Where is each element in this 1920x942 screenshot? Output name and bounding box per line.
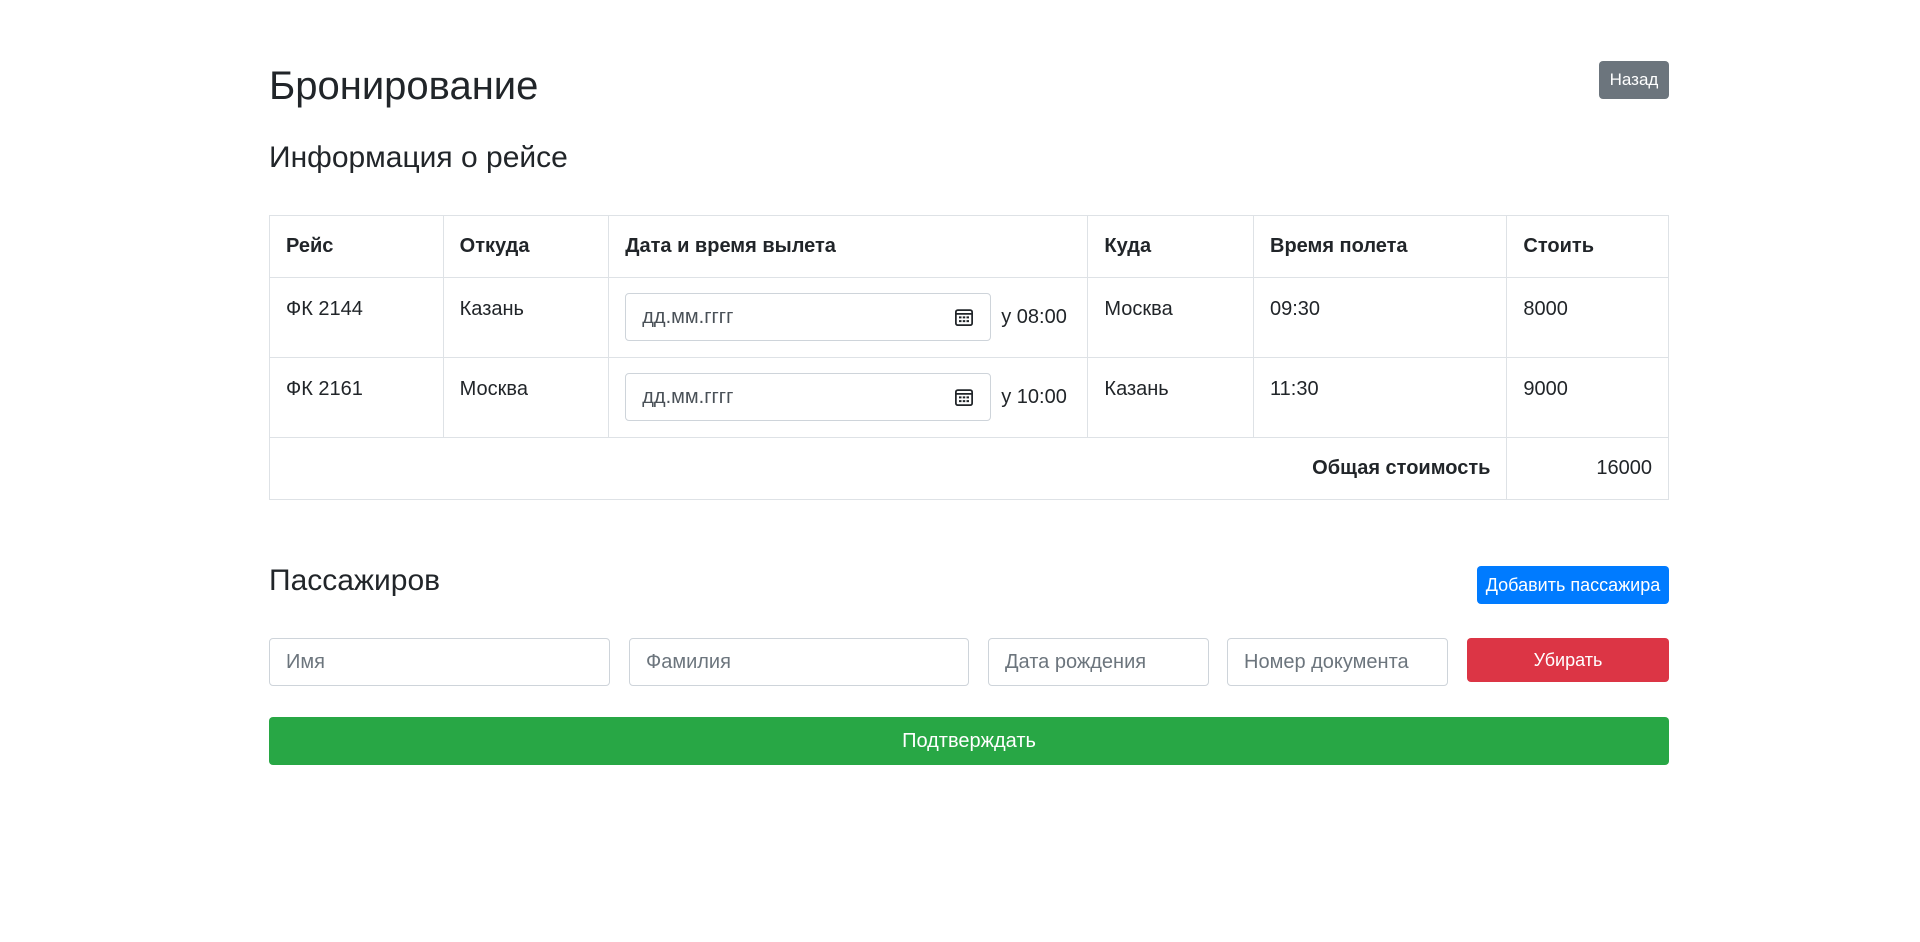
- first-name-input[interactable]: [269, 638, 610, 686]
- page-title: Бронирование: [269, 64, 539, 108]
- departure-datetime-cell: дд.мм.гггг: [608, 357, 1089, 438]
- flight-duration: 09:30: [1252, 277, 1508, 358]
- departure-datetime-cell: дд.мм.гггг: [608, 277, 1089, 358]
- passenger-form-row: Убирать: [269, 638, 1669, 686]
- date-placeholder: дд.мм.гггг: [642, 385, 734, 408]
- header-datetime: Дата и время вылета: [608, 215, 1089, 278]
- header-price: Стоить: [1506, 215, 1669, 278]
- arrival-city: Москва: [1087, 277, 1254, 358]
- flight-price: 9000: [1506, 357, 1669, 438]
- departure-date-input[interactable]: дд.мм.гггг: [625, 373, 992, 421]
- add-passenger-button[interactable]: Добавить пассажира: [1477, 566, 1669, 604]
- header-to: Куда: [1087, 215, 1254, 278]
- departure-date-input[interactable]: дд.мм.гггг: [625, 293, 992, 341]
- last-name-input[interactable]: [629, 638, 969, 686]
- back-button[interactable]: Назад: [1599, 61, 1669, 99]
- flights-table: Рейс Откуда Дата и время вылета Куда Вре…: [268, 215, 1669, 500]
- birthdate-input[interactable]: [988, 638, 1209, 686]
- flight-number: ФК 2144: [269, 277, 444, 358]
- document-number-input[interactable]: [1227, 638, 1448, 686]
- total-row: Общая стоимость 16000: [268, 437, 1669, 500]
- calendar-icon[interactable]: [954, 387, 974, 407]
- table-row: ФК 2144 Казань дд.мм.гггг у 08:00 Москва…: [269, 277, 1669, 358]
- departure-city: Москва: [442, 357, 610, 438]
- confirm-button[interactable]: Подтверждать: [269, 717, 1669, 765]
- table-header-row: Рейс Откуда Дата и время вылета Куда Вре…: [269, 215, 1669, 278]
- passengers-title: Пассажиров: [269, 564, 441, 597]
- remove-passenger-button[interactable]: Убирать: [1467, 638, 1669, 682]
- header-duration: Время полета: [1252, 215, 1508, 278]
- departure-time: у 10:00: [1001, 385, 1067, 408]
- flight-number: ФК 2161: [269, 357, 444, 438]
- header-flight: Рейс: [269, 215, 444, 278]
- arrival-city: Казань: [1087, 357, 1254, 438]
- flight-info-title: Информация о рейсе: [269, 141, 568, 174]
- table-row: ФК 2161 Москва дд.мм.гггг у 10:00 Казань…: [269, 357, 1669, 438]
- date-placeholder: дд.мм.гггг: [642, 305, 734, 328]
- total-cost-value: 16000: [1506, 437, 1669, 500]
- total-cost-label: Общая стоимость: [268, 437, 1508, 500]
- departure-city: Казань: [442, 277, 610, 358]
- departure-time: у 08:00: [1001, 305, 1067, 328]
- calendar-icon[interactable]: [954, 307, 974, 327]
- header-from: Откуда: [442, 215, 610, 278]
- flight-price: 8000: [1506, 277, 1669, 358]
- flight-duration: 11:30: [1252, 357, 1508, 438]
